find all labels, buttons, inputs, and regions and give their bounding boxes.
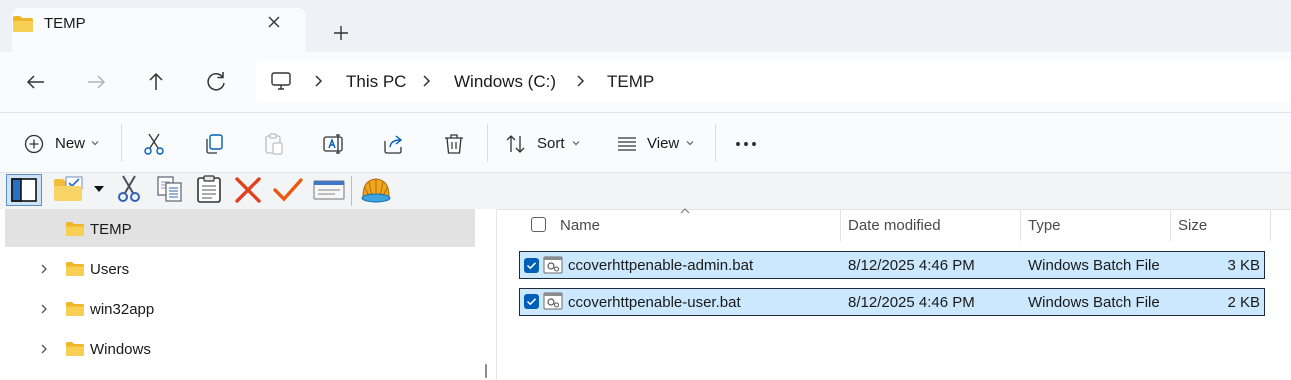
refresh-icon[interactable] [198, 64, 234, 100]
dropdown-arrow-icon[interactable] [93, 184, 105, 194]
file-type: Windows Batch File [1028, 294, 1160, 311]
row-checkbox[interactable] [524, 258, 539, 273]
file-type: Windows Batch File [1028, 257, 1160, 274]
nav-item-users[interactable]: Users [90, 261, 129, 278]
file-size: 2 KB [1227, 294, 1260, 311]
close-icon[interactable] [262, 10, 286, 34]
shell-icon[interactable] [359, 174, 393, 206]
select-all-checkbox[interactable] [531, 217, 546, 232]
file-name: ccoverhttpenable-user.bat [568, 294, 741, 311]
file-date-modified: 8/12/2025 4:46 PM [848, 294, 975, 311]
chevron-right-icon[interactable] [37, 262, 51, 276]
classic-toolbar [0, 172, 1291, 210]
column-separator[interactable] [1270, 209, 1271, 241]
view-icon[interactable] [616, 133, 638, 155]
check-icon [526, 298, 537, 306]
paste-icon[interactable] [195, 174, 223, 204]
column-separator[interactable] [840, 209, 841, 241]
new-button[interactable]: New [55, 135, 85, 152]
column-header-name[interactable]: Name [560, 217, 600, 234]
column-separator[interactable] [1020, 209, 1021, 241]
sort-icon[interactable] [504, 132, 528, 156]
pane-layout-icon [11, 178, 37, 202]
chevron-down-icon[interactable] [685, 138, 695, 148]
chevron-right-icon[interactable] [574, 70, 588, 92]
share-icon[interactable] [381, 131, 407, 157]
column-header-type[interactable]: Type [1028, 217, 1061, 234]
paste-icon[interactable] [261, 131, 287, 157]
delete-icon[interactable] [441, 131, 467, 157]
folder-icon [13, 16, 33, 32]
copy-icon[interactable] [201, 131, 227, 157]
sort-button[interactable]: Sort [537, 135, 565, 152]
tab-title: TEMP [44, 15, 86, 32]
chevron-right-icon[interactable] [420, 70, 434, 92]
forward-arrow-icon[interactable] [78, 64, 114, 100]
folder-icon [66, 262, 84, 276]
separator [351, 176, 352, 206]
nav-item-windows[interactable]: Windows [90, 341, 151, 358]
nav-item-label: TEMP [90, 221, 132, 238]
breadcrumb-this-pc[interactable]: This PC [346, 72, 406, 92]
separator [487, 124, 488, 162]
row-checkbox[interactable] [524, 294, 539, 309]
file-size: 3 KB [1227, 257, 1260, 274]
chevron-down-icon[interactable] [90, 138, 100, 148]
checkmark-icon[interactable] [272, 175, 304, 205]
chevron-right-icon[interactable] [37, 342, 51, 356]
more-options-icon[interactable] [734, 134, 758, 154]
cut-icon[interactable] [141, 131, 167, 157]
back-arrow-icon[interactable] [18, 64, 54, 100]
chevron-right-icon[interactable] [37, 302, 51, 316]
column-header-size[interactable]: Size [1178, 217, 1207, 234]
file-date-modified: 8/12/2025 4:46 PM [848, 257, 975, 274]
column-separator[interactable] [1170, 209, 1171, 241]
new-tab-icon[interactable] [328, 20, 354, 46]
copy-icon[interactable] [155, 174, 185, 204]
up-arrow-icon[interactable] [138, 64, 174, 100]
chevron-right-icon[interactable] [312, 70, 326, 92]
nav-scrollbar[interactable] [478, 209, 494, 380]
batch-file-icon [543, 292, 563, 310]
view-button[interactable]: View [647, 135, 679, 152]
breadcrumb-temp[interactable]: TEMP [607, 72, 654, 92]
check-icon [526, 262, 537, 270]
breadcrumb-windows-c[interactable]: Windows (C:) [454, 72, 556, 92]
folder-options-icon[interactable] [52, 175, 86, 203]
chevron-down-icon[interactable] [571, 138, 581, 148]
nav-item-win32app[interactable]: win32app [90, 301, 154, 318]
folder-icon [66, 222, 84, 236]
delete-x-icon[interactable] [233, 175, 263, 205]
separator [121, 124, 122, 162]
folder-icon [66, 342, 84, 356]
properties-card-icon[interactable] [313, 178, 345, 202]
separator [715, 124, 716, 162]
address-bar[interactable] [256, 60, 1291, 102]
rename-icon[interactable] [321, 131, 347, 157]
new-plus-icon[interactable] [23, 133, 45, 155]
column-header-date[interactable]: Date modified [848, 217, 941, 234]
pane-divider[interactable] [496, 209, 497, 380]
folder-icon [66, 302, 84, 316]
computer-icon [271, 72, 291, 90]
command-bar [0, 112, 1291, 173]
sort-ascending-icon [680, 208, 690, 214]
batch-file-icon [543, 256, 563, 274]
file-name: ccoverhttpenable-admin.bat [568, 257, 754, 274]
cut-icon[interactable] [115, 174, 143, 204]
